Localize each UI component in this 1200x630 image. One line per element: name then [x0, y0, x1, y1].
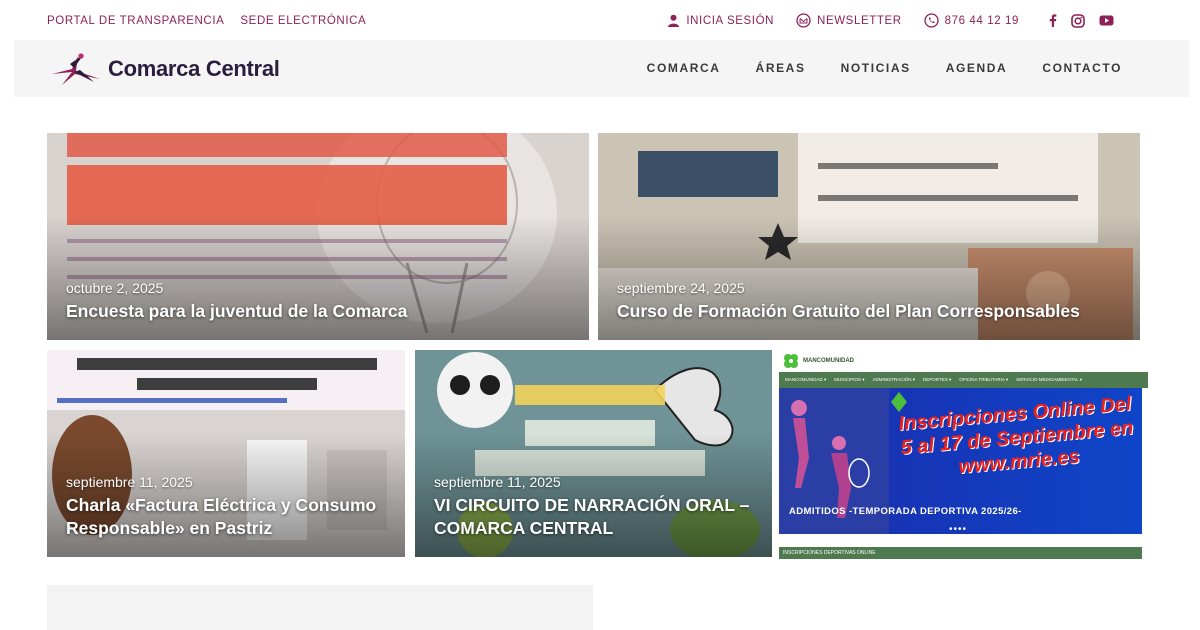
- nav-areas[interactable]: ÁREAS: [756, 61, 806, 75]
- post-date: septiembre 24, 2025: [617, 280, 745, 296]
- phone-icon: [923, 13, 939, 28]
- post-date: octubre 2, 2025: [66, 280, 164, 296]
- slider-menu-item[interactable]: ADMINISTRACIÓN ▾: [873, 377, 916, 383]
- newsletter-label: NEWSLETTER: [817, 14, 902, 27]
- content-placeholder-block: [47, 585, 593, 630]
- login-link[interactable]: INICIA SESIÓN: [667, 14, 774, 27]
- nav-contacto[interactable]: CONTACTO: [1042, 61, 1122, 75]
- slider-org-name: MANCOMUNIDAD: [803, 358, 854, 364]
- slider-menu: MANCOMUNIDAD ▾ MUNICIPIOS ▾ ADMINISTRACI…: [779, 372, 1148, 388]
- slider-banner[interactable]: Inscripciones Online Del 5 al 17 de Sept…: [779, 388, 1142, 534]
- slider-menu-item[interactable]: MANCOMUNIDAD ▾: [785, 377, 826, 383]
- slider-menu-item[interactable]: MUNICIPIOS ▾: [834, 377, 864, 383]
- logo-mark-icon: [52, 53, 100, 85]
- site-name: Comarca Central: [108, 56, 280, 81]
- post-date: septiembre 11, 2025: [66, 474, 193, 490]
- site-logo[interactable]: Comarca Central: [50, 52, 280, 86]
- slider-footer-strip: INSCRIPCIONES DEPORTIVAS ONLINE: [779, 547, 1142, 559]
- post-card-electric-bill-talk[interactable]: septiembre 11, 2025 Charla «Factura Eléc…: [47, 350, 405, 557]
- main-navbar: Comarca Central COMARCA ÁREAS NOTICIAS A…: [14, 40, 1189, 97]
- slider-caption[interactable]: ADMITIDOS -TEMPORADA DEPORTIVA 2025/26-: [789, 506, 1022, 517]
- post-title[interactable]: Encuesta para la juventud de la Comarca: [66, 300, 577, 323]
- slider-menu-item[interactable]: DEPORTES ▾: [923, 377, 951, 383]
- top-utility-bar: PORTAL DE TRANSPARENCIA SEDE ELECTRÓNICA…: [0, 0, 1200, 40]
- envelope-icon: [796, 13, 811, 28]
- user-icon: [668, 14, 680, 27]
- main-menu: COMARCA ÁREAS NOTICIAS AGENDA CONTACTO: [647, 61, 1122, 75]
- slider-pagination-dots[interactable]: ••••: [949, 524, 967, 534]
- clover-logo-icon: [784, 354, 798, 368]
- post-card-oral-narration-circuit[interactable]: septiembre 11, 2025 VI CIRCUITO DE NARRA…: [415, 350, 772, 557]
- post-title[interactable]: Curso de Formación Gratuito del Plan Cor…: [617, 300, 1128, 323]
- slider-header: MANCOMUNIDAD: [779, 350, 1142, 372]
- slider-menu-item[interactable]: OFICINA TRIBUTARIA ▾: [959, 377, 1008, 383]
- newsletter-link[interactable]: NEWSLETTER: [796, 13, 902, 28]
- phone-link[interactable]: 876 44 12 19: [923, 13, 1019, 28]
- social-links: [1049, 13, 1114, 28]
- post-date: septiembre 11, 2025: [434, 474, 561, 490]
- post-card-corresponsables-course[interactable]: septiembre 24, 2025 Curso de Formación G…: [598, 133, 1140, 340]
- nav-agenda[interactable]: AGENDA: [946, 61, 1008, 75]
- sports-registration-slider[interactable]: MANCOMUNIDAD MANCOMUNIDAD ▾ MUNICIPIOS ▾…: [779, 350, 1148, 560]
- post-title[interactable]: Charla «Factura Eléctrica y Consumo Resp…: [66, 494, 393, 540]
- phone-number: 876 44 12 19: [944, 14, 1019, 27]
- login-label: INICIA SESIÓN: [686, 14, 775, 27]
- slider-menu-item[interactable]: SERVICIO MEDIOAMBIENTAL ▾: [1016, 377, 1082, 383]
- instagram-icon[interactable]: [1071, 13, 1085, 28]
- utility-links: PORTAL DE TRANSPARENCIA SEDE ELECTRÓNICA: [47, 15, 366, 27]
- facebook-icon[interactable]: [1049, 14, 1057, 27]
- electronic-office-link[interactable]: SEDE ELECTRÓNICA: [240, 15, 366, 27]
- post-title[interactable]: VI CIRCUITO DE NARRACIÓN ORAL – COMARCA …: [434, 494, 760, 540]
- post-card-youth-survey[interactable]: octubre 2, 2025 Encuesta para la juventu…: [47, 133, 589, 340]
- nav-noticias[interactable]: NOTICIAS: [841, 61, 911, 75]
- utility-actions: INICIA SESIÓN NEWSLETTER 876 44 12 19: [667, 13, 1114, 28]
- transparency-portal-link[interactable]: PORTAL DE TRANSPARENCIA: [47, 15, 224, 27]
- nav-comarca[interactable]: COMARCA: [647, 61, 721, 75]
- youtube-icon[interactable]: [1099, 15, 1114, 26]
